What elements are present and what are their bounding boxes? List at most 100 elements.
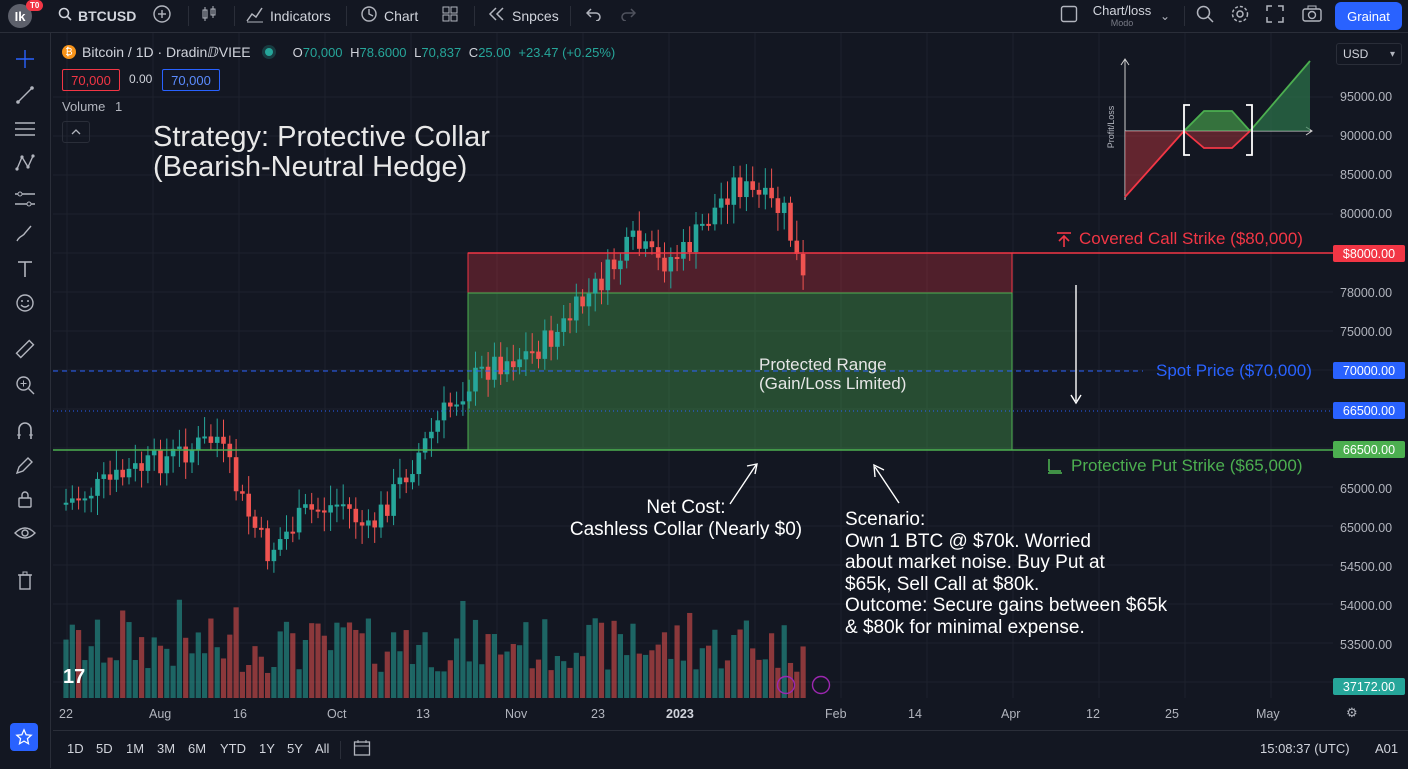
range-1y[interactable]: 1Y [259, 741, 275, 756]
lock-icon[interactable] [10, 487, 40, 511]
candle-body [574, 296, 579, 321]
snapshot-button[interactable] [1302, 0, 1328, 32]
trendline-icon[interactable] [10, 83, 40, 107]
candle-body [277, 539, 283, 550]
range-3m[interactable]: 3M [157, 741, 175, 756]
time-axis[interactable]: 22 Aug 16 Oct 13 Nov 23 2023 Feb 14 Apr … [53, 698, 1358, 728]
symbol-name: BTCUSD [78, 8, 137, 24]
favorites-star-icon[interactable] [10, 723, 38, 751]
volume-bar [334, 622, 340, 698]
chart-type-dropdown[interactable]: Chart/loss Modo [1090, 0, 1154, 32]
eye-icon[interactable] [10, 521, 40, 545]
volume-bar [592, 618, 598, 698]
text-icon[interactable] [10, 257, 40, 281]
pencil-lock-icon[interactable] [10, 453, 40, 477]
chevron-down-icon: ▾ [1389, 48, 1395, 60]
candle-body [309, 504, 314, 510]
volume-bar [378, 671, 384, 698]
compare-button[interactable] [152, 0, 178, 32]
range-ytd[interactable]: YTD [220, 741, 246, 756]
candle-body [781, 202, 787, 213]
date-range-icon[interactable] [353, 739, 371, 762]
horizontal-lines-icon[interactable] [10, 117, 40, 141]
rewind-icon [488, 7, 506, 25]
collapse-legend-button[interactable] [62, 121, 90, 143]
price-label: 54000.00 [1340, 599, 1393, 613]
gear-icon [1230, 4, 1250, 28]
instrument-title[interactable]: Bitcoin / 1D · DradinⅅVIEE [82, 44, 251, 61]
chevron-down-icon[interactable]: ⌄ [1160, 0, 1170, 32]
magnet-icon[interactable] [10, 419, 40, 443]
candle-body [662, 257, 667, 272]
currency-selector[interactable]: USD ▾ [1336, 43, 1402, 65]
volume-bar [441, 671, 447, 698]
chart-template-icon [360, 5, 378, 27]
ruler-icon[interactable] [10, 337, 40, 361]
fullscreen-button[interactable] [1266, 0, 1290, 32]
symbol-search[interactable]: BTCUSD [58, 0, 136, 32]
volume-bar [661, 632, 668, 698]
replay-button[interactable]: Snpces [488, 0, 559, 32]
volume-bar [346, 622, 353, 698]
fullscreen-square-button[interactable] [1060, 0, 1084, 32]
net-cost-note: Net Cost: Cashless Collar (Nearly $0) [558, 497, 814, 540]
volume-bar [391, 632, 397, 698]
candle-body [391, 484, 396, 516]
range-6m[interactable]: 6M [188, 741, 206, 756]
candle-body [649, 241, 655, 248]
pattern-icon[interactable] [10, 151, 40, 175]
utc-clock[interactable]: 15:08:37 (UTC) [1260, 741, 1350, 756]
candle-style-button[interactable] [200, 0, 224, 32]
redo-button[interactable] [620, 0, 642, 32]
adjustment-toggle[interactable]: A01 [1375, 741, 1398, 756]
open-label: O [292, 44, 303, 60]
range-5d[interactable]: 5D [96, 741, 113, 756]
range-1d[interactable]: 1D [67, 741, 84, 756]
search-chart-button[interactable] [1196, 0, 1220, 32]
trash-icon[interactable] [10, 569, 40, 593]
buy-button[interactable]: 70,000 [162, 69, 220, 91]
range-1m[interactable]: 1M [126, 741, 144, 756]
fib-icon[interactable] [10, 187, 40, 211]
crosshair-icon[interactable] [10, 47, 40, 71]
zoom-in-icon[interactable] [10, 373, 40, 397]
volume-legend[interactable]: Volume 1 [62, 99, 122, 114]
candle-body [95, 478, 100, 496]
chart-templates-button[interactable]: Chart [360, 0, 418, 32]
range-all[interactable]: All [315, 741, 329, 756]
candle-body [567, 318, 573, 321]
candle-body [145, 455, 151, 471]
covered-call-label: Covered Call Strike ($80,000) [1055, 229, 1303, 249]
price-label: 78000.00 [1340, 286, 1393, 300]
price-label: 90000.00 [1340, 129, 1393, 143]
settings-button[interactable] [1230, 0, 1256, 32]
candle-body [70, 498, 75, 503]
candle-body [315, 509, 321, 512]
range-5y[interactable]: 5Y [287, 741, 303, 756]
candle-body [397, 477, 403, 485]
sell-button[interactable]: 70,000 [62, 69, 120, 91]
candle-body [183, 446, 188, 463]
volume-bar [718, 668, 724, 698]
publish-button[interactable]: Grainat [1335, 2, 1402, 30]
candle-body [523, 351, 529, 360]
volume-bar [510, 644, 516, 698]
volume-bar [195, 632, 201, 698]
high-value: 78.6000 [359, 44, 407, 60]
emoji-icon[interactable] [10, 291, 40, 315]
chart-label: Chart [384, 8, 419, 24]
high-label: H [350, 44, 360, 60]
close-label: C [468, 44, 479, 60]
indicators-button[interactable]: Indicators [246, 0, 331, 32]
candle-body [794, 240, 800, 254]
undo-button[interactable] [585, 0, 608, 32]
axis-settings-icon[interactable]: ⚙ [1346, 705, 1358, 721]
layout-button[interactable] [442, 0, 464, 32]
brush-icon[interactable] [10, 221, 40, 245]
candle-body [744, 181, 749, 198]
price-label: 80000.00 [1340, 207, 1393, 221]
price-label: 54500.00 [1340, 560, 1393, 574]
volume-bar [454, 638, 460, 698]
time-label: Nov [505, 707, 528, 721]
volume-bar [101, 662, 107, 698]
